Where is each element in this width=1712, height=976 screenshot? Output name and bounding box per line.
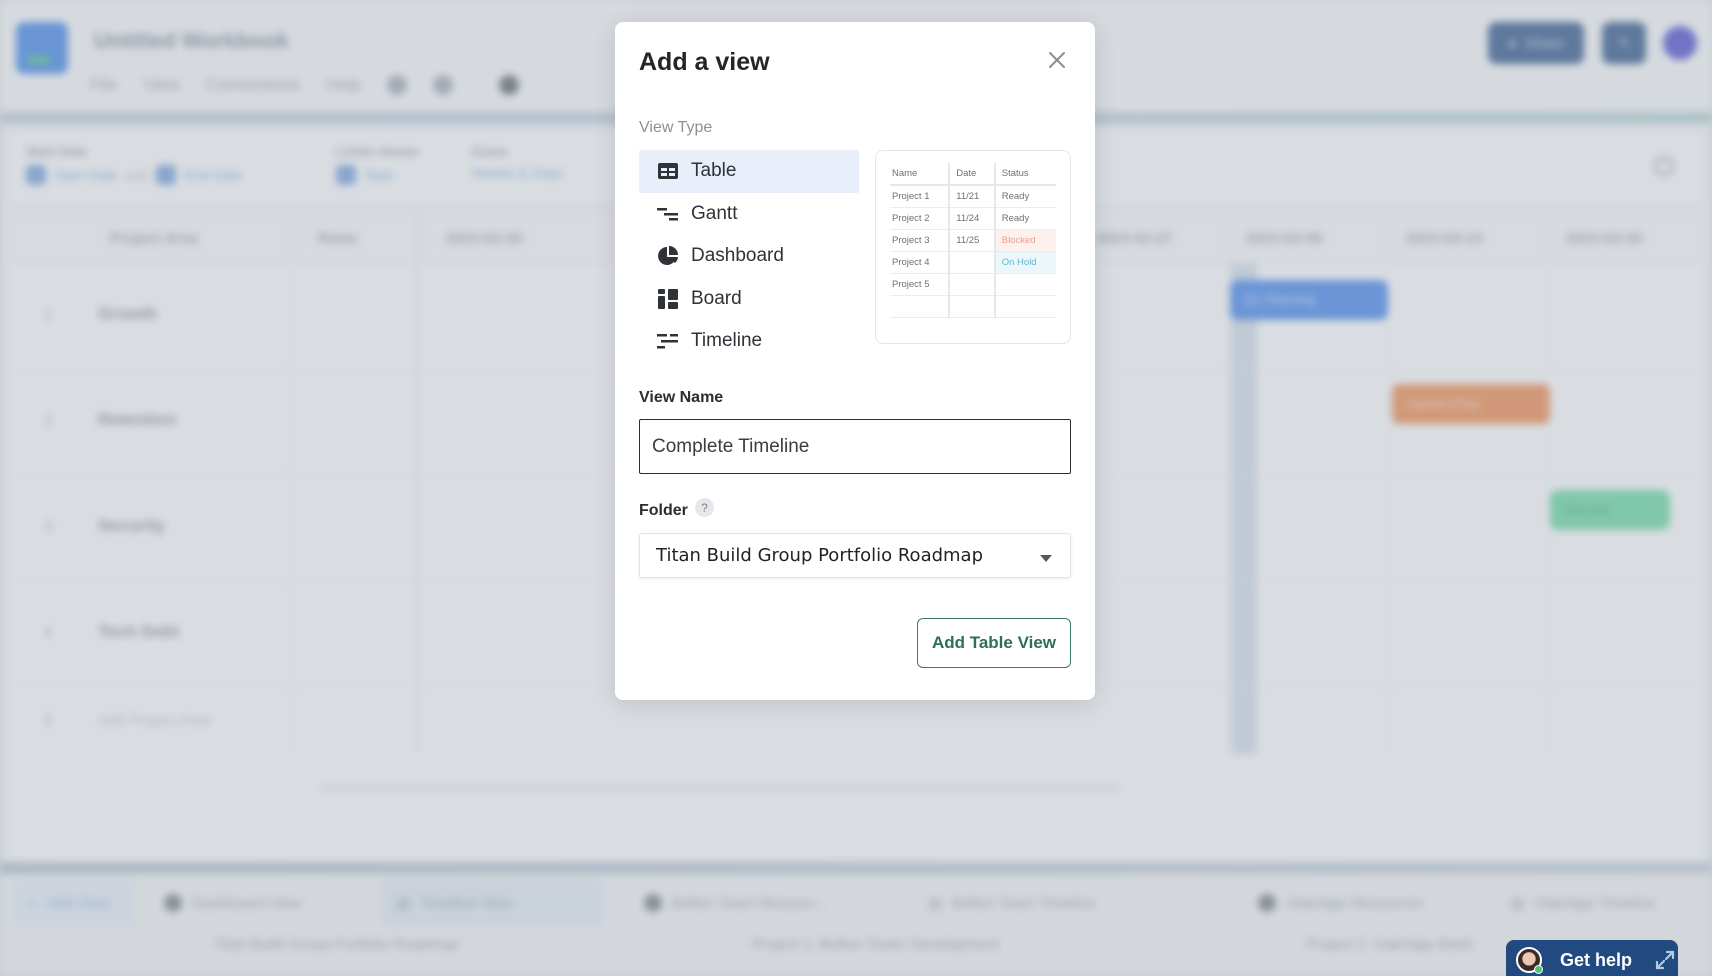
preview-row: Project 5	[890, 273, 1056, 296]
view-name-label: View Name	[639, 389, 724, 406]
pie-chart-icon	[657, 245, 679, 267]
view-type-gantt[interactable]: Gantt	[639, 193, 859, 236]
close-icon	[1049, 52, 1065, 68]
table-icon	[657, 160, 679, 182]
view-type-table[interactable]: Table	[639, 150, 859, 193]
view-type-timeline[interactable]: Timeline	[639, 320, 859, 363]
view-name-input[interactable]	[639, 419, 1071, 474]
view-type-list: Table Gantt Dashboard Board Timeline	[639, 150, 859, 363]
support-avatar	[1516, 947, 1543, 974]
get-help-widget[interactable]: Get help	[1506, 940, 1678, 976]
timeline-icon	[657, 330, 679, 352]
preview-table: Name Date Status Project 1 11/21 Ready P…	[890, 163, 1056, 318]
folder-label: Folder	[639, 502, 688, 519]
preview-row: Project 1 11/21 Ready	[890, 185, 1056, 208]
view-type-label: Table	[691, 160, 737, 182]
folder-select-value: Titan Build Group Portfolio Roadmap	[656, 545, 984, 566]
get-help-label: Get help	[1560, 949, 1633, 970]
view-type-label: View Type	[639, 119, 713, 136]
view-type-label: Dashboard	[691, 245, 784, 267]
help-icon[interactable]: ?	[695, 498, 714, 517]
board-icon	[657, 288, 679, 310]
preview-header: Date	[948, 163, 995, 186]
gantt-icon	[657, 203, 679, 225]
dialog-title: Add a view	[639, 48, 770, 76]
view-type-board[interactable]: Board	[639, 278, 859, 321]
close-button[interactable]	[1043, 46, 1071, 74]
preview-row	[890, 295, 1056, 318]
view-type-label: Timeline	[691, 330, 763, 352]
preview-header: Status	[993, 163, 1056, 186]
expand-icon[interactable]	[1654, 949, 1676, 971]
preview-row: Project 3 11/25 Blocked	[890, 229, 1056, 252]
chevron-down-icon	[1040, 555, 1052, 562]
folder-select[interactable]: Titan Build Group Portfolio Roadmap	[639, 533, 1071, 578]
view-type-label: Gantt	[691, 202, 738, 224]
add-table-view-button[interactable]: Add Table View	[917, 618, 1071, 668]
online-status-icon	[1534, 965, 1543, 974]
view-preview: Name Date Status Project 1 11/21 Ready P…	[875, 150, 1071, 344]
view-type-label: Board	[691, 287, 742, 309]
preview-row: Project 2 11/24 Ready	[890, 207, 1056, 230]
preview-header: Name	[890, 163, 950, 186]
status-badge-blocked: Blocked	[993, 229, 1056, 252]
view-type-dashboard[interactable]: Dashboard	[639, 235, 859, 278]
add-view-dialog: Add a view View Type Table Gantt Dashboa…	[615, 22, 1095, 700]
preview-row: Project 4 On Hold	[890, 251, 1056, 274]
status-badge-on-hold: On Hold	[993, 251, 1056, 274]
